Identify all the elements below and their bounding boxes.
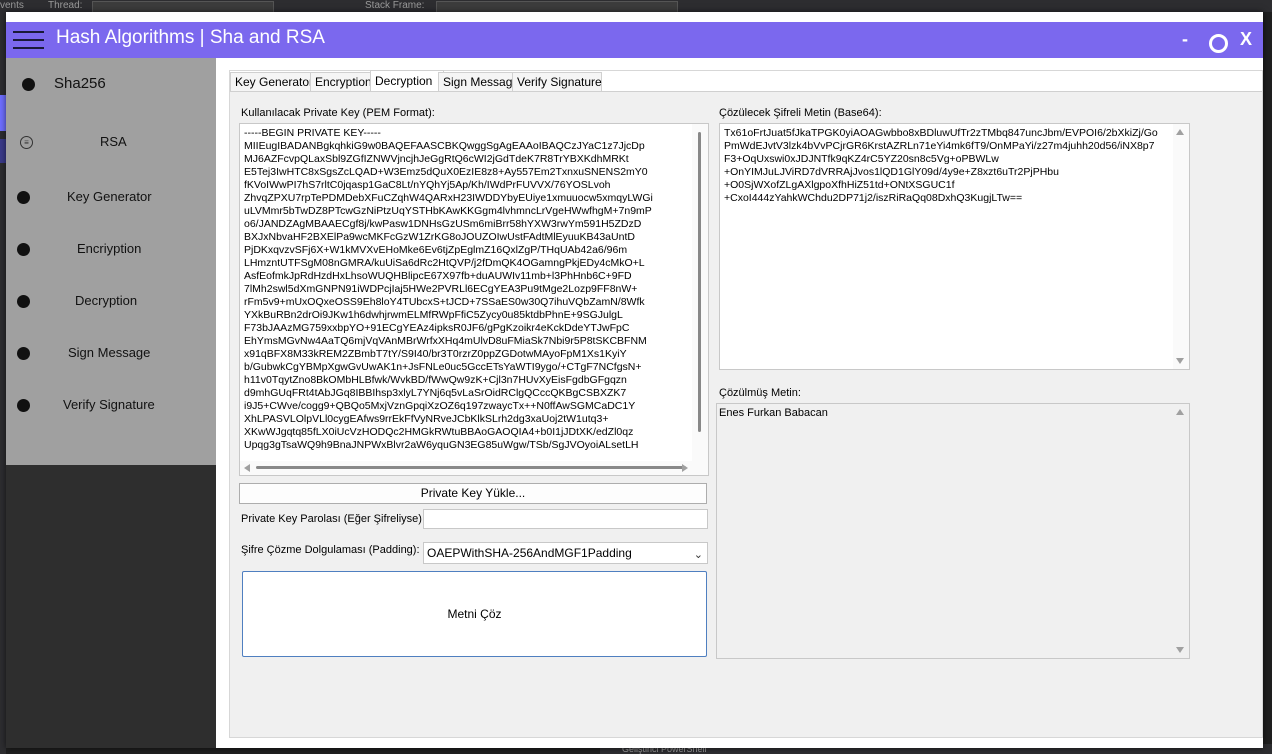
hamburger-menu-icon[interactable]	[13, 28, 44, 52]
padding-label: Şifre Çözme Dolgulaması (Padding):	[241, 544, 420, 556]
scroll-up-icon[interactable]	[1176, 409, 1184, 415]
scroll-thumb[interactable]	[256, 466, 686, 469]
maximize-button[interactable]	[1209, 34, 1228, 53]
result-text: Enes Furkan Babacan	[719, 407, 828, 419]
sidebar-item-label: Sha256	[54, 75, 106, 92]
sidebar-item-label: Encriyption	[77, 241, 142, 256]
sidebar-item-decryption[interactable]: Decryption	[6, 282, 216, 322]
window-title: Hash Algorithms | Sha and RSA	[56, 27, 325, 48]
sidebar-empty-area	[6, 465, 216, 748]
scroll-down-icon[interactable]	[1176, 358, 1184, 364]
sidebar-item-verify-signature[interactable]: Verify Signature	[6, 386, 216, 426]
password-input[interactable]	[423, 509, 708, 529]
scroll-down-icon[interactable]	[1176, 647, 1184, 653]
result-vscroll[interactable]	[1173, 404, 1189, 658]
bullet-icon	[17, 191, 30, 204]
sidebar-item-label: Decryption	[75, 293, 138, 308]
ide-toolbar: vents Thread: Stack Frame:	[0, 0, 1272, 13]
sidebar-item-rsa[interactable]: ≡ RSA	[6, 122, 216, 162]
sidebar-item-encryption[interactable]: Encriyption	[6, 230, 216, 270]
list-icon: ≡	[20, 136, 33, 149]
sidebar-item-label: Verify Signature	[63, 397, 155, 412]
cipher-text-textbox[interactable]: Tx61oFrtJuat5fJkaTPGK0yiAOAGwbbo8xBDluwU…	[719, 123, 1190, 370]
sidebar-item-sha256[interactable]: Sha256	[6, 64, 216, 104]
private-key-label: Kullanılacak Private Key (PEM Format):	[241, 107, 435, 119]
bullet-icon	[17, 295, 30, 308]
chevron-down-icon: ⌄	[693, 549, 703, 561]
window-top-border	[6, 12, 1263, 22]
tab-encryption[interactable]: Encryption	[310, 72, 374, 91]
sidebar-item-key-generator[interactable]: Key Generator	[6, 178, 216, 218]
private-key-hscroll[interactable]	[240, 461, 692, 475]
tab-key-generator[interactable]: Key Generator	[230, 72, 316, 91]
tab-sign-message[interactable]: Sign Message	[438, 72, 519, 91]
bullet-icon	[22, 78, 35, 91]
sidebar-item-sign-message[interactable]: Sign Message	[6, 334, 216, 374]
app-window: Hash Algorithms | Sha and RSA - X Sha256…	[6, 12, 1263, 748]
password-label: Private Key Parolası (Eğer Şifreliyse):	[241, 513, 426, 525]
tab-decryption[interactable]: Decryption	[370, 70, 444, 92]
sidebar-item-label: Sign Message	[68, 345, 151, 360]
sidebar-item-label: RSA	[100, 134, 127, 149]
close-button[interactable]: X	[1240, 29, 1252, 50]
result-textbox[interactable]: Enes Furkan Babacan	[716, 403, 1190, 659]
cipher-text-vscroll[interactable]	[1173, 124, 1189, 369]
title-bar[interactable]: Hash Algorithms | Sha and RSA - X	[6, 22, 1263, 58]
ide-events-label: vents	[0, 0, 24, 11]
padding-selected-value: OAEPWithSHA-256AndMGF1Padding	[427, 546, 632, 560]
minimize-button[interactable]: -	[1182, 29, 1188, 50]
private-key-vscroll[interactable]	[692, 124, 708, 475]
main-content: Key Generator Encryption Decryption Sign…	[216, 58, 1263, 748]
bullet-icon	[17, 243, 30, 256]
decryption-panel: Kullanılacak Private Key (PEM Format): -…	[230, 91, 1262, 737]
padding-select[interactable]: OAEPWithSHA-256AndMGF1Padding ⌄	[423, 542, 708, 564]
scroll-left-icon[interactable]	[244, 464, 250, 472]
bullet-icon	[17, 399, 30, 412]
ide-thread-label: Thread:	[48, 0, 83, 11]
scroll-thumb[interactable]	[698, 132, 701, 432]
private-key-text: -----BEGIN PRIVATE KEY----- MIIEugIBADAN…	[244, 127, 653, 451]
tab-verify-signature[interactable]: Verify Signature	[512, 72, 602, 91]
scroll-right-icon[interactable]	[682, 464, 688, 472]
ide-stack-frame-label: Stack Frame:	[365, 0, 425, 11]
bullet-icon	[17, 347, 30, 360]
sidebar: Sha256 ≡ RSA Key Generator Encriyption D…	[6, 58, 216, 465]
sidebar-item-label: Key Generator	[67, 189, 152, 204]
result-label: Çözülmüş Metin:	[719, 387, 801, 399]
load-private-key-button[interactable]: Private Key Yükle...	[239, 483, 707, 504]
decrypt-button[interactable]: Metni Çöz	[242, 571, 707, 657]
cipher-text-label: Çözülecek Şifreli Metin (Base64):	[719, 107, 882, 119]
private-key-textbox[interactable]: -----BEGIN PRIVATE KEY----- MIIEugIBADAN…	[239, 123, 709, 476]
cipher-text-content: Tx61oFrtJuat5fJkaTPGK0yiAOAGwbbo8xBDluwU…	[724, 127, 1158, 204]
scroll-up-icon[interactable]	[1176, 129, 1184, 135]
